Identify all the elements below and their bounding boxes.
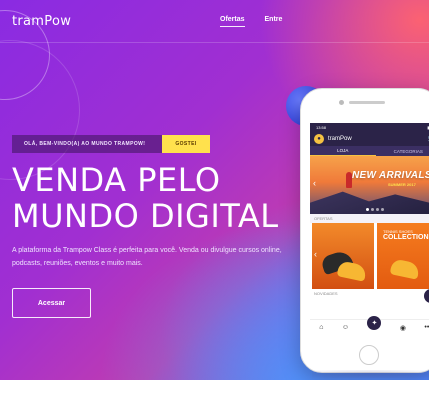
app-tabs: LOJA CATEGORIAS: [310, 146, 429, 156]
phone-mockup: 13:58 ▮▮ ▮ ● tramPow 🛒 LOJA CATEGORIAS ‹…: [300, 88, 429, 373]
brand-logo[interactable]: tramPow: [12, 14, 71, 29]
top-nav: Ofertas Entre: [220, 16, 282, 27]
app-logo-icon: ●: [314, 133, 324, 144]
carousel-dot[interactable]: [376, 208, 379, 211]
search-icon[interactable]: ⌕: [424, 289, 429, 303]
product-card[interactable]: TENNIS SHOES COLLECTION: [377, 223, 429, 289]
banner-title: NEW ARRIVALS: [352, 170, 429, 181]
favorites-icon[interactable]: ☺: [342, 324, 349, 331]
status-time: 13:58: [316, 124, 327, 130]
product-list: ‹ TENNIS SHOES COLLECTION: [310, 223, 429, 289]
hero-section: tramPow Ofertas Entre OLÁ, BEM-VINDO(A) …: [0, 0, 429, 380]
promo-banner[interactable]: ‹ › NEW ARRIVALS SUMMER 2017: [310, 156, 429, 214]
welcome-banner: OLÁ, BEM-VINDO(A) AO MUNDO TRAMPOW! GOST…: [12, 135, 210, 153]
more-icon[interactable]: •••: [424, 324, 429, 331]
page-title: VENDA PELO MUNDO DIGITAL: [12, 162, 279, 234]
status-bar: 13:58 ▮▮ ▮: [310, 123, 429, 131]
access-button[interactable]: Acessar: [12, 288, 91, 318]
bottom-nav: ⌂ ☺ ✦ ◉ •••: [310, 315, 429, 335]
like-button[interactable]: GOSTEI: [162, 135, 210, 153]
shoe-image: [389, 258, 421, 280]
nav-item-ofertas[interactable]: Ofertas: [220, 16, 245, 27]
shoe-image: [336, 260, 368, 282]
headline-line-1: VENDA PELO: [12, 161, 221, 199]
section-label-ofertas: OFERTAS: [310, 214, 429, 223]
welcome-text: OLÁ, BEM-VINDO(A) AO MUNDO TRAMPOW!: [24, 141, 146, 147]
hero-description: A plataforma da Trampow Class é perfeita…: [12, 247, 282, 267]
phone-screen: 13:58 ▮▮ ▮ ● tramPow 🛒 LOJA CATEGORIAS ‹…: [310, 123, 429, 335]
chevron-left-icon[interactable]: ‹: [313, 178, 316, 188]
nav-divider: [0, 42, 429, 43]
home-icon[interactable]: ⌂: [319, 324, 323, 331]
user-icon[interactable]: ◉: [400, 324, 406, 332]
camera-dot: [339, 100, 344, 105]
app-bar: ● tramPow 🛒: [310, 131, 429, 146]
carousel-dots: [366, 208, 384, 211]
phone-speaker: [349, 101, 385, 104]
app-name: tramPow: [328, 135, 352, 142]
carousel-dot[interactable]: [366, 208, 369, 211]
section-label-novidades: NOVIDADES: [314, 291, 338, 296]
nav-item-entre[interactable]: Entre: [265, 16, 283, 27]
banner-subtitle: SUMMER 2017: [388, 182, 416, 187]
carousel-dot[interactable]: [371, 208, 374, 211]
center-action-icon[interactable]: ✦: [367, 315, 382, 330]
chevron-left-icon[interactable]: ‹: [314, 249, 317, 259]
phone-home-button: [359, 345, 379, 365]
carousel-dot[interactable]: [381, 208, 384, 211]
headline-line-2: MUNDO DIGITAL: [12, 197, 279, 235]
tab-categorias[interactable]: CATEGORIAS: [376, 146, 429, 156]
product-card[interactable]: ‹: [312, 223, 374, 289]
product-title: COLLECTION: [383, 234, 429, 241]
tab-loja[interactable]: LOJA: [310, 146, 376, 156]
phone-shadow: [312, 370, 429, 378]
